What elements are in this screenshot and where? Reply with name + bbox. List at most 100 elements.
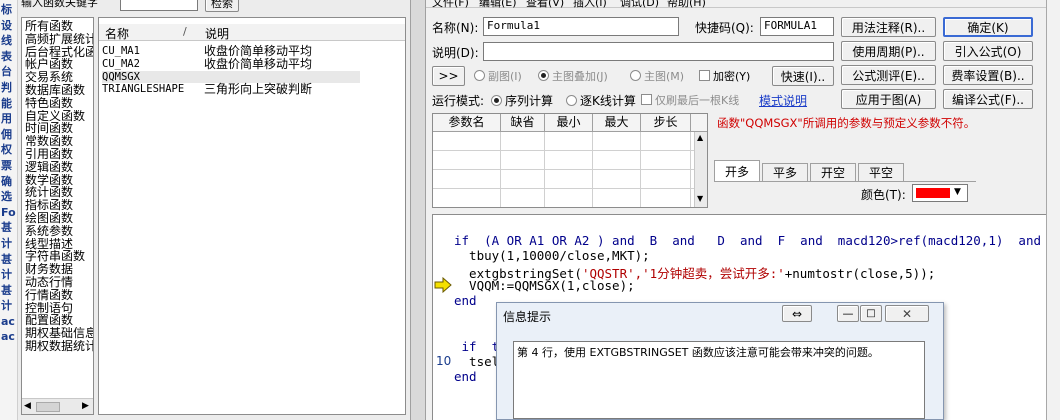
tab-2[interactable]: 开空	[810, 163, 856, 182]
category-item[interactable]: 动态行情	[25, 276, 93, 289]
param-row[interactable]	[433, 189, 707, 207]
category-item[interactable]: 常数函数	[25, 135, 93, 148]
name-input[interactable]: Formula1	[483, 17, 679, 36]
resize-icon[interactable]: ⇔	[782, 305, 812, 322]
col-name-header[interactable]: 名称	[105, 25, 129, 42]
param-cell[interactable]	[593, 189, 641, 207]
apply-chart-button[interactable]: 应用于图(A)	[841, 89, 936, 109]
param-row[interactable]	[433, 170, 707, 189]
param-col-header[interactable]: 步长	[641, 114, 691, 131]
scroll-thumb[interactable]	[36, 402, 60, 412]
param-cell[interactable]	[641, 189, 691, 207]
param-cell[interactable]	[501, 132, 545, 150]
category-item[interactable]: 期权数据统计	[25, 340, 93, 353]
tab-1[interactable]: 平多	[762, 163, 808, 182]
function-row[interactable]: CU_MA2 收盘价简单移动平均	[102, 58, 360, 71]
category-item[interactable]: 帐户函数	[25, 58, 93, 71]
search-button[interactable]: 检索	[205, 0, 239, 12]
param-col-header[interactable]: 最大	[593, 114, 641, 131]
desc-input[interactable]	[483, 42, 834, 61]
param-scrollbar[interactable]: ▲ ▼	[694, 132, 707, 207]
param-cell[interactable]	[501, 170, 545, 188]
category-item[interactable]: 线型描述	[25, 238, 93, 251]
category-item[interactable]: 后台程式化函	[25, 46, 93, 59]
category-item[interactable]: 交易系统	[25, 71, 93, 84]
fast-button[interactable]: 快速(I)..	[772, 66, 834, 86]
param-cell[interactable]	[501, 189, 545, 207]
param-row[interactable]	[433, 132, 707, 151]
scroll-right-icon[interactable]: ▶	[82, 401, 89, 411]
category-item[interactable]: 自定义函数	[25, 110, 93, 123]
param-cell[interactable]	[433, 132, 501, 150]
cost-settings-button[interactable]: 费率设置(B)..	[943, 65, 1033, 85]
param-col-header[interactable]: 缺省	[501, 114, 545, 131]
encrypt-checkbox[interactable]: 加密(Y)	[699, 68, 750, 84]
scroll-left-icon[interactable]: ◀	[24, 401, 31, 411]
param-cell[interactable]	[593, 132, 641, 150]
category-item[interactable]: 逻辑函数	[25, 161, 93, 174]
category-item[interactable]: 高频扩展统计	[25, 33, 93, 46]
param-cell[interactable]	[545, 151, 593, 169]
scroll-down-icon[interactable]: ▼	[697, 194, 703, 203]
param-cell[interactable]	[593, 151, 641, 169]
import-formula-button[interactable]: 引入公式(O)	[943, 41, 1033, 61]
param-cell[interactable]	[433, 170, 501, 188]
category-list[interactable]: 所有函数 高频扩展统计 后台程式化函 帐户函数 交易系统 数据库函数 特色函数 自定义函数 时间…	[21, 17, 94, 415]
param-cell[interactable]	[433, 151, 501, 169]
param-col-header[interactable]: 参数名	[433, 114, 501, 131]
menu-item[interactable]: 编辑(E)	[479, 0, 517, 10]
scroll-up-icon[interactable]: ▲	[697, 133, 703, 142]
category-item[interactable]: 所有函数	[25, 20, 93, 33]
usage-note-button[interactable]: 用法注释(R)..	[841, 17, 936, 37]
category-item[interactable]: 数据库函数	[25, 84, 93, 97]
tab-3[interactable]: 平空	[858, 163, 904, 182]
category-item[interactable]: 字符串函数	[25, 250, 93, 263]
col-desc-header[interactable]: 说明	[205, 25, 229, 42]
category-item[interactable]: 系统参数	[25, 225, 93, 238]
maximize-button[interactable]: □	[860, 305, 882, 322]
category-item[interactable]: 绘图函数	[25, 212, 93, 225]
param-cell[interactable]	[641, 151, 691, 169]
run-tick-radio[interactable]: 逐K线计算	[566, 92, 636, 109]
category-item[interactable]: 统计函数	[25, 186, 93, 199]
usage-period-button[interactable]: 使用周期(P)..	[841, 41, 936, 61]
search-input[interactable]	[120, 0, 198, 11]
function-row[interactable]: CU_MA1 收盘价简单移动平均	[102, 45, 360, 58]
expand-button[interactable]: >>	[432, 66, 465, 86]
menu-item[interactable]: 调试(D)	[620, 0, 659, 10]
category-item[interactable]: 期权基础信息	[25, 327, 93, 340]
shortcut-input[interactable]: FORMULA1	[760, 17, 834, 36]
category-item[interactable]: 引用函数	[25, 148, 93, 161]
param-row[interactable]	[433, 151, 707, 170]
menu-item[interactable]: 帮助(H)	[667, 0, 706, 10]
menu-item[interactable]: 查看(V)	[526, 0, 564, 10]
category-scrollbar[interactable]: ◀ ▶	[22, 398, 93, 414]
param-cell[interactable]	[545, 132, 593, 150]
param-cell[interactable]	[545, 170, 593, 188]
compile-button[interactable]: 编译公式(F)..	[943, 89, 1033, 109]
dialog-message-box[interactable]: 第 4 行，使用 EXTGBSTRINGSET 函数应该注意可能会带来冲突的问题…	[513, 341, 925, 419]
tab-0[interactable]: 开多	[714, 160, 760, 182]
category-item[interactable]: 配置函数	[25, 314, 93, 327]
function-row[interactable]: TRIANGLESHAPE 三角形向上突破判断	[102, 83, 360, 96]
param-cell[interactable]	[501, 151, 545, 169]
category-item[interactable]: 指标函数	[25, 199, 93, 212]
param-table[interactable]: 参数名 缺省 最小 最大 步长 ▲ ▼	[432, 113, 708, 208]
category-item[interactable]: 数学函数	[25, 174, 93, 187]
category-item[interactable]: 控制语句	[25, 302, 93, 315]
param-cell[interactable]	[433, 189, 501, 207]
color-picker[interactable]: ▼	[912, 184, 968, 202]
category-item[interactable]: 特色函数	[25, 97, 93, 110]
category-item[interactable]: 行情函数	[25, 289, 93, 302]
mode-help-link[interactable]: 模式说明	[759, 92, 807, 109]
param-cell[interactable]	[593, 170, 641, 188]
param-cell[interactable]	[641, 132, 691, 150]
dialog-titlebar[interactable]: 信息提示 ⇔ — □ ✕	[497, 303, 943, 327]
param-cell[interactable]	[545, 189, 593, 207]
menu-item[interactable]: 文件(F)	[432, 0, 469, 10]
minimize-button[interactable]: —	[837, 305, 859, 322]
formula-test-button[interactable]: 公式测评(E)..	[841, 65, 936, 85]
param-cell[interactable]	[641, 170, 691, 188]
close-button[interactable]: ✕	[885, 305, 929, 322]
run-seq-radio[interactable]: 序列计算	[491, 92, 553, 109]
